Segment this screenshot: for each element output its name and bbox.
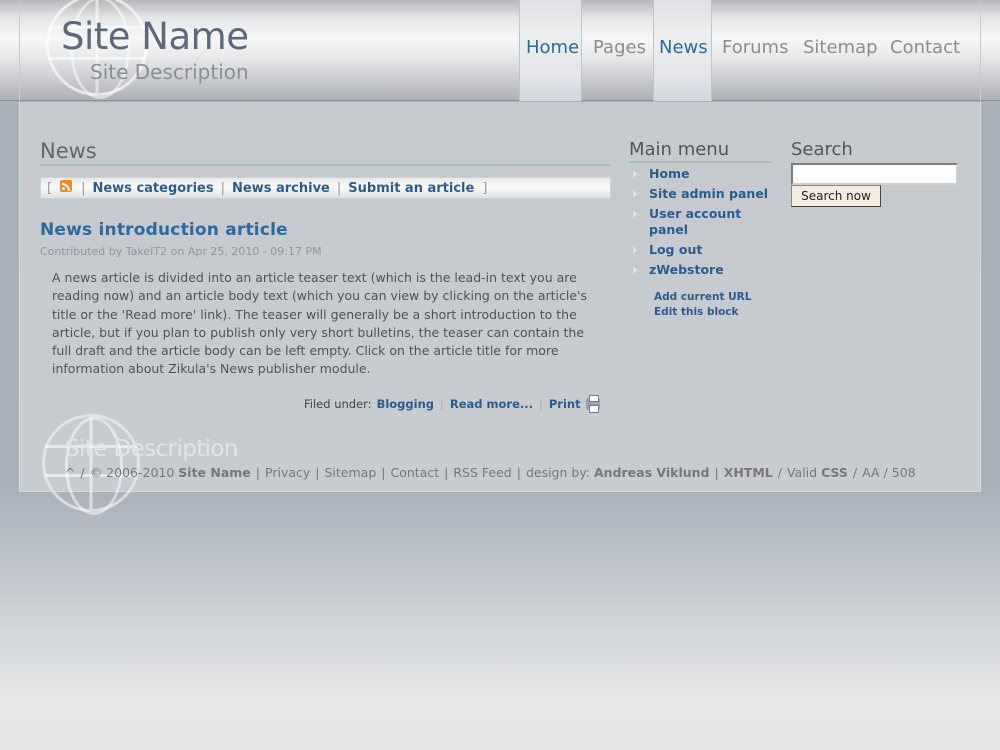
search-button[interactable]: Search now [791,185,881,207]
css-link[interactable]: CSS [821,465,848,480]
main-menu-heading: Main menu [629,139,772,163]
nav-sitemap[interactable]: Sitemap [793,0,880,101]
news-archive-link[interactable]: News archive [232,181,330,196]
article-title-link[interactable]: News introduction article [40,220,288,240]
nav-forums[interactable]: Forums [712,0,793,101]
category-link[interactable]: Blogging [377,397,434,411]
block-admin-links: Add current URL Edit this block [654,290,751,320]
menu-item-home[interactable]: Home [632,166,772,182]
nav-contact[interactable]: Contact [880,0,960,101]
main-nav: Home Pages News Forums Sitemap Contact [519,0,960,101]
print-link[interactable]: Print [549,397,581,411]
page-title: News [40,139,610,166]
add-current-url-link[interactable]: Add current URL [654,290,751,305]
xhtml-link[interactable]: XHTML [724,465,773,480]
copyright-text: © 2006-2010 [89,465,175,480]
edit-block-link[interactable]: Edit this block [654,305,751,320]
design-by-label: design by: [525,465,591,480]
footer-privacy-link[interactable]: Privacy [265,465,310,480]
separator: | [336,180,342,196]
footer-site-name: Site Name [178,465,251,480]
news-categories-link[interactable]: News categories [92,181,213,196]
valid-label: Valid [786,465,818,480]
footer-contact-link[interactable]: Contact [391,465,440,480]
filed-under-label: Filed under: [304,397,372,411]
submit-article-link[interactable]: Submit an article [348,181,474,196]
bracket-open: [ [47,180,53,196]
site-description: Site Description [90,60,249,84]
printer-icon[interactable] [585,395,600,413]
designer-link[interactable]: Andreas Viklund [594,465,709,480]
separator: | [539,397,543,411]
footer-site-description: Site Description [65,436,238,462]
menu-item-site-admin[interactable]: Site admin panel [632,186,772,202]
search-heading: Search [791,139,853,160]
back-to-top-link[interactable]: ^ [65,465,75,480]
article-teaser: A news article is divided into an articl… [52,270,587,377]
site-name[interactable]: Site Name [61,15,249,58]
menu-item-zwebstore[interactable]: zWebstore [632,262,772,278]
main-menu: Home Site admin panel User account panel… [632,166,772,282]
footer-rss-link[interactable]: RSS Feed [453,465,511,480]
separator: | [81,180,86,196]
search-input[interactable] [791,163,958,185]
article-footer: Filed under: Blogging | Read more... | P… [304,395,600,413]
footer-globe-icon [42,414,140,515]
site-header: Site Name Site Description Home Pages Ne… [0,0,1000,101]
nav-news[interactable]: News [653,0,712,101]
nav-pages[interactable]: Pages [582,0,653,101]
read-more-link[interactable]: Read more... [450,397,533,411]
menu-item-logout[interactable]: Log out [632,242,772,258]
footer-links: ^ / © 2006-2010 Site Name | Privacy | Sitemap |… [65,465,916,480]
rss-feed-icon[interactable] [58,180,74,196]
aa-508-link[interactable]: AA / 508 [862,465,915,480]
article-meta: Contributed by TakeIT2 on Apr 25, 2010 -… [40,245,322,258]
bracket-close: ] [482,180,488,196]
separator: | [440,397,444,411]
separator: | [220,180,225,196]
footer-sitemap-link[interactable]: Sitemap [325,465,377,480]
nav-home[interactable]: Home [519,0,582,101]
news-toolbar: [ | News categories | News archive | Sub… [40,177,611,199]
menu-item-user-account[interactable]: User account panel [632,206,772,238]
